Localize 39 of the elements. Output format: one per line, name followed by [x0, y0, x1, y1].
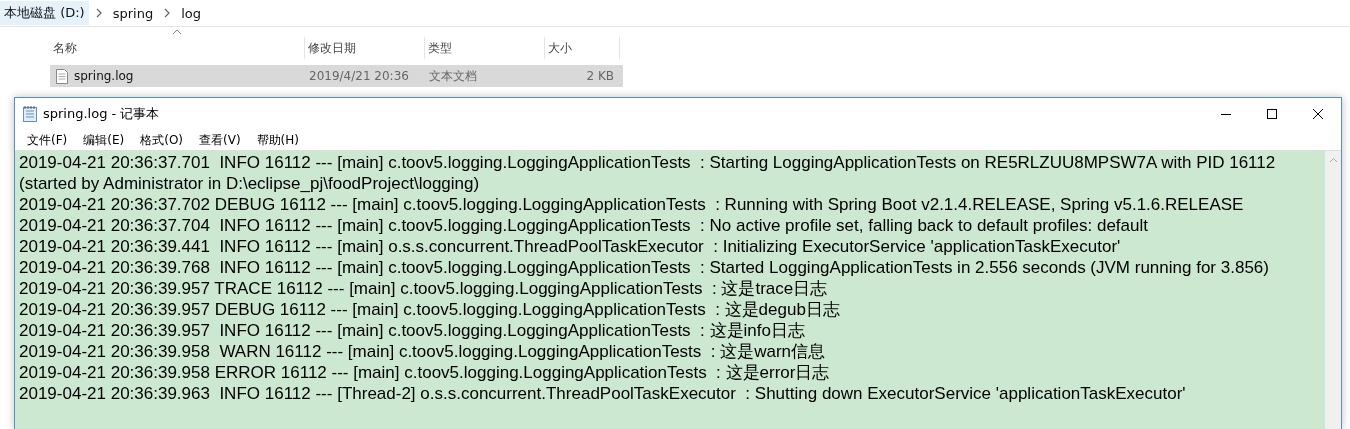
chevron-icon	[94, 8, 103, 18]
chevron-icon	[163, 8, 172, 18]
column-header[interactable]: 名称	[50, 37, 305, 59]
log-line: (started by Administrator in D:\eclipse_pj\foodProject\logging)	[19, 173, 481, 194]
log-line: 2019-04-21 20:36:37.704 INFO 16112 --- [main] c.toov5.logging.LoggingApplicationTests : No active profile set, falling back to default profiles: default	[19, 215, 1149, 236]
file-type: 文本文档	[428, 67, 478, 85]
document-icon	[56, 68, 68, 84]
breadcrumb-item[interactable]: log	[177, 2, 205, 24]
file-row[interactable]: spring.log 2019/4/21 20:36 文本文档 2 KB	[50, 65, 623, 87]
scrollbar[interactable]	[1325, 151, 1341, 429]
log-line: 2019-04-21 20:36:39.957 INFO 16112 --- [main] c.toov5.logging.LoggingApplicationTests : 这是info日志	[19, 320, 806, 341]
log-line: 2019-04-21 20:36:39.441 INFO 16112 --- [main] o.s.s.concurrent.ThreadPoolTaskExecutor : Initializing ExecutorService 'applicationTaskExecutor'	[19, 236, 1122, 257]
log-line: 2019-04-21 20:36:39.958 WARN 16112 --- [main] c.toov5.logging.LoggingApplicationTests : 这是warn信息	[19, 341, 827, 362]
sort-caret-icon	[172, 29, 182, 35]
log-line: 2019-04-21 20:36:39.957 TRACE 16112 --- [main] c.toov5.logging.LoggingApplicationTests : 这是trace日志	[19, 278, 829, 299]
modified-date: 2019/4/21 20:36	[308, 69, 410, 83]
scroll-up-icon[interactable]	[1328, 157, 1338, 163]
column-header[interactable]: 类型	[425, 37, 545, 59]
window-title: spring.log - 记事本	[43, 105, 161, 123]
log-line: 2019-04-21 20:36:37.701 INFO 16112 --- [main] c.toov5.logging.LoggingApplicationTests : Starting LoggingApplicationTests on RE5RLZUU8MPSW7A with PID 16112	[19, 152, 1277, 173]
maximize-icon	[1267, 109, 1277, 119]
menu-item[interactable]: 编辑(E)	[75, 130, 133, 150]
log-line: 2019-04-21 20:36:39.958 ERROR 16112 --- [main] c.toov5.logging.LoggingApplicationTests : 这是error日志	[19, 362, 831, 383]
file-name: spring.log	[74, 69, 134, 83]
log-line: 2019-04-21 20:36:39.768 INFO 16112 --- [main] c.toov5.logging.LoggingApplicationTests : Started LoggingApplicationTests in 2.556 seconds (JVM running for 3.856)	[19, 257, 1270, 278]
breadcrumb-item[interactable]: spring	[108, 2, 158, 24]
log-line: 2019-04-21 20:36:39.957 DEBUG 16112 --- [main] c.toov5.logging.LoggingApplicationTests : 这是degub日志	[19, 299, 841, 320]
notepad-icon	[23, 106, 37, 122]
menu-item[interactable]: 帮助(H)	[248, 130, 307, 150]
menu-item[interactable]: 文件(F)	[19, 130, 76, 150]
log-line: 2019-04-21 20:36:39.963 INFO 16112 --- [Thread-2] o.s.s.concurrent.ThreadPoolTaskExecutor : Shutting down ExecutorService 'applicationTaskExecutor'	[19, 383, 1187, 404]
column-header[interactable]: 修改日期	[305, 37, 425, 59]
file-size: 2 KB	[585, 69, 615, 83]
close-icon	[1313, 109, 1323, 119]
menu-item[interactable]: 查看(V)	[191, 130, 249, 150]
log-line: 2019-04-21 20:36:37.702 DEBUG 16112 --- [main] c.toov5.logging.LoggingApplicationTests : Running with Spring Boot v2.1.4.RELEASE, Spring v5.1.6.RELEASE	[19, 194, 1245, 215]
column-header[interactable]: 大小	[545, 37, 620, 59]
breadcrumb-item[interactable]: 本地磁盘 (D:)	[0, 1, 89, 25]
menu-item[interactable]: 格式(O)	[132, 130, 192, 150]
